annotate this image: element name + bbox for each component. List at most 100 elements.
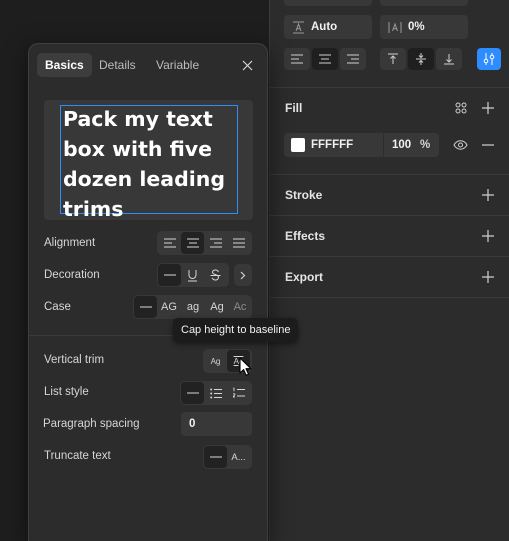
strikethrough-icon [210, 268, 221, 281]
close-popover-button[interactable] [239, 57, 255, 73]
styles-grid-icon [455, 102, 467, 114]
section-divider [270, 174, 509, 175]
effects-section-title: Effects [285, 229, 326, 243]
align-middle-button[interactable] [408, 48, 434, 70]
fill-hex-value[interactable]: FFFFFF [311, 139, 383, 151]
decoration-none-button[interactable] [158, 264, 181, 286]
align-bottom-icon [444, 54, 454, 65]
line-height-field[interactable]: Auto [284, 15, 372, 39]
font-size-field-partial[interactable] [284, 0, 372, 6]
tab-details[interactable]: Details [91, 53, 144, 77]
align-left-button[interactable] [284, 48, 310, 70]
case-uppercase-button[interactable]: AG [157, 296, 181, 318]
truncate-text-control: A... [203, 445, 252, 469]
none-icon [209, 456, 222, 458]
text-align-vertical-group [380, 48, 462, 70]
bullet-list-icon [209, 388, 222, 398]
remove-fill-button[interactable] [480, 137, 496, 153]
add-stroke-button[interactable] [480, 187, 496, 203]
fill-divider [383, 133, 384, 157]
justify-center-button[interactable] [181, 232, 204, 254]
preview-text: Pack my text box with five dozen leading… [63, 107, 226, 220]
minus-icon [482, 144, 494, 146]
design-properties-panel: Auto 0% Fill FFFFFF 100 % Stroke Effects… [269, 0, 509, 541]
align-top-button[interactable] [380, 48, 406, 70]
tab-basics[interactable]: Basics [37, 53, 92, 77]
paragraph-spacing-label: Paragraph spacing [43, 418, 140, 430]
add-fill-button[interactable] [480, 100, 496, 116]
plus-icon [482, 189, 494, 201]
section-divider [270, 297, 509, 298]
section-divider [270, 256, 509, 257]
stroke-section-title: Stroke [285, 188, 323, 202]
text-decoration-control [157, 263, 229, 287]
mouse-cursor-icon [239, 357, 252, 379]
align-right-button[interactable] [340, 48, 366, 70]
letter-spacing-field[interactable]: 0% [380, 15, 468, 39]
none-icon [139, 306, 152, 308]
case-lowercase-button[interactable]: ag [181, 296, 205, 318]
decoration-label: Decoration [44, 269, 100, 281]
letter-case-control: AG ag Ag Ac [133, 295, 252, 319]
add-effect-button[interactable] [480, 228, 496, 244]
decoration-underline-button[interactable] [181, 264, 204, 286]
case-label: Case [44, 301, 71, 313]
type-preview: Pack my text box with five dozen leading… [44, 100, 253, 220]
justify-right-button[interactable] [204, 232, 227, 254]
plus-icon [482, 271, 494, 283]
plus-icon [482, 230, 494, 242]
align-right-icon [209, 238, 222, 248]
sliders-icon [483, 53, 495, 65]
list-bullet-button[interactable] [204, 382, 227, 404]
align-right-icon [347, 54, 359, 64]
truncate-on-button[interactable]: A... [227, 446, 250, 468]
align-left-icon [163, 238, 176, 248]
text-align-horizontal-group [284, 48, 366, 70]
line-height-value: Auto [311, 21, 338, 33]
plus-icon [482, 102, 494, 114]
vertical-trim-label: Vertical trim [44, 354, 105, 366]
fill-section-title: Fill [285, 101, 303, 115]
numbered-list-icon [232, 387, 245, 398]
fill-row[interactable]: FFFFFF 100 % [284, 133, 439, 157]
type-details-popover: Basics Details Variable Pack my text box… [28, 43, 269, 541]
paragraph-spacing-input[interactable]: 0 [181, 412, 252, 436]
section-divider [270, 87, 509, 88]
align-center-icon [186, 238, 199, 248]
add-export-button[interactable] [480, 269, 496, 285]
justify-full-button[interactable] [227, 232, 250, 254]
align-center-icon [319, 54, 331, 64]
fill-opacity-unit: % [420, 139, 431, 151]
fill-swatch[interactable] [291, 138, 305, 152]
justify-left-button[interactable] [158, 232, 181, 254]
list-numbered-button[interactable] [227, 382, 250, 404]
section-divider [270, 215, 509, 216]
none-icon [163, 274, 176, 276]
none-icon [186, 392, 199, 394]
toggle-fill-visibility-button[interactable] [452, 137, 468, 153]
list-style-label: List style [44, 386, 89, 398]
styles-grid-button[interactable] [453, 100, 469, 116]
font-weight-field-partial[interactable] [380, 0, 468, 6]
fill-opacity-value[interactable]: 100 [392, 139, 416, 151]
decoration-strikethrough-button[interactable] [204, 264, 227, 286]
more-decoration-button[interactable] [234, 264, 252, 286]
align-middle-icon [416, 53, 426, 65]
export-section-title: Export [285, 270, 324, 284]
list-none-button[interactable] [181, 382, 204, 404]
tab-variable[interactable]: Variable [148, 53, 207, 77]
type-settings-button[interactable] [477, 48, 501, 70]
trim-standard-button[interactable]: Ag [204, 350, 227, 372]
align-center-button[interactable] [312, 48, 338, 70]
letter-spacing-value: 0% [408, 21, 425, 33]
line-height-icon [292, 21, 305, 34]
case-title-button[interactable]: Ag [205, 296, 229, 318]
close-icon [242, 60, 252, 70]
align-left-icon [291, 54, 303, 64]
truncate-off-button[interactable] [204, 446, 227, 468]
case-none-button[interactable] [134, 296, 157, 318]
align-bottom-button[interactable] [436, 48, 462, 70]
paragraph-alignment-control [157, 231, 252, 255]
case-small-caps-button[interactable]: Ac [229, 296, 251, 318]
align-top-icon [388, 53, 398, 64]
